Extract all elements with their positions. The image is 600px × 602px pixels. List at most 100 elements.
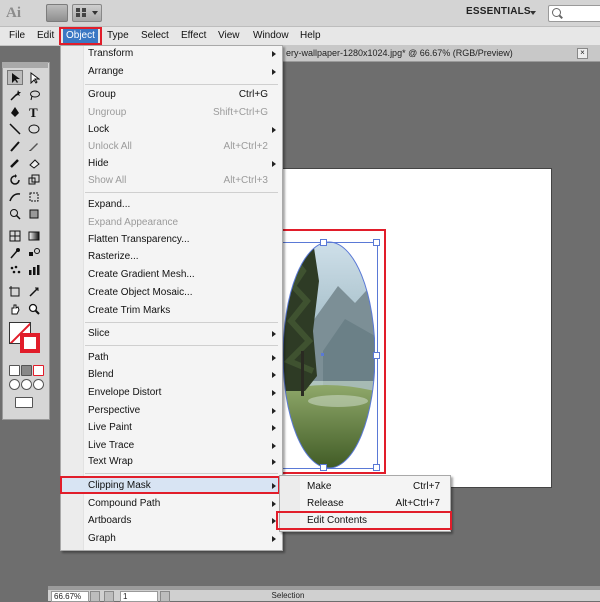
gradient-tool-icon[interactable] (26, 228, 42, 243)
blob-brush-tool-icon[interactable] (7, 155, 23, 170)
magic-wand-tool-icon[interactable] (7, 87, 23, 102)
chevron-right-icon (272, 69, 276, 75)
arrange-documents-button[interactable] (72, 4, 102, 22)
draw-behind-icon[interactable] (21, 379, 32, 390)
blend-tool-icon[interactable] (26, 245, 42, 260)
line-tool-icon[interactable] (7, 121, 23, 136)
menu-item-label: Unlock All (88, 141, 132, 152)
selection-tool-icon[interactable] (7, 70, 23, 85)
workspace-switcher[interactable]: ESSENTIALS (466, 6, 531, 17)
paintbrush-tool-icon[interactable] (7, 138, 23, 153)
menu-item-shortcut: Alt+Ctrl+2 (223, 141, 268, 152)
ellipse-tool-icon[interactable] (26, 121, 42, 136)
menu-select[interactable]: Select (138, 29, 172, 43)
fill-stroke-swatches[interactable] (9, 322, 41, 353)
menu-item-shortcut: Alt+Ctrl+3 (223, 175, 268, 186)
status-text: Selection (271, 591, 305, 600)
go-to-bridge-button[interactable] (46, 4, 68, 22)
pencil-tool-icon[interactable] (26, 138, 42, 153)
menu-item-label: Blend (88, 369, 114, 380)
previous-artboard-button[interactable] (90, 591, 100, 602)
menu-edit[interactable]: Edit (34, 29, 57, 43)
close-icon[interactable]: × (577, 48, 588, 59)
menu-effect[interactable]: Effect (178, 29, 209, 43)
help-search-input[interactable] (548, 5, 600, 22)
menu-view[interactable]: View (215, 29, 243, 43)
menu-item-label: Ungroup (88, 107, 127, 118)
draw-normal-icon[interactable] (9, 379, 20, 390)
menu-item-create-trim-marks[interactable]: Create Trim Marks (61, 303, 282, 319)
zoom-tool-icon[interactable] (26, 301, 42, 316)
menu-help[interactable]: Help (297, 29, 324, 43)
menu-item-flatten-transparency[interactable]: Flatten Transparency... (61, 232, 282, 248)
menu-item-create-gradient-mesh[interactable]: Create Gradient Mesh... (61, 267, 282, 283)
menu-item-slice[interactable]: Slice (61, 326, 282, 342)
grid-icon (76, 8, 86, 17)
menu-file[interactable]: File (6, 29, 28, 43)
menu-type[interactable]: Type (104, 29, 132, 43)
direct-selection-tool-icon[interactable] (26, 70, 42, 85)
artboard-number-field[interactable]: 1 (120, 591, 158, 602)
menu-item-lock[interactable]: Lock (61, 122, 282, 138)
menu-item-label: Perspective (88, 405, 141, 416)
chevron-right-icon (272, 161, 276, 167)
menu-item-envelope-distort[interactable]: Envelope Distort (61, 385, 282, 401)
hand-tool-icon[interactable] (7, 301, 23, 316)
zoom-field[interactable]: 66.67% (51, 591, 89, 602)
slice-tool-icon[interactable] (26, 284, 42, 299)
graph-tool-icon[interactable] (26, 262, 42, 277)
eraser-tool-icon[interactable] (26, 155, 42, 170)
submenu-item-make[interactable]: Make Ctrl+7 (280, 479, 450, 495)
chevron-down-icon[interactable] (530, 11, 536, 15)
menu-item-compound-path[interactable]: Compound Path (61, 496, 282, 512)
gradient-mode-icon[interactable] (21, 365, 32, 376)
menu-item-transform[interactable]: Transform (61, 46, 282, 62)
menu-item-create-object-mosaic[interactable]: Create Object Mosaic... (61, 285, 282, 301)
menu-item-perspective[interactable]: Perspective (61, 403, 282, 419)
menu-item-blend[interactable]: Blend (61, 367, 282, 383)
first-artboard-button[interactable] (104, 591, 114, 602)
menu-item-expand[interactable]: Expand... (61, 197, 282, 213)
menu-item-hide[interactable]: Hide (61, 156, 282, 172)
document-tab[interactable]: ery-wallpaper-1280x1024.jpg* @ 66.67% (R… (280, 45, 600, 62)
none-mode-icon[interactable] (33, 365, 44, 376)
chevron-down-icon (92, 11, 98, 15)
shape-builder-tool-icon[interactable] (7, 206, 23, 221)
free-transform-tool-icon[interactable] (26, 189, 42, 204)
image-highlight (280, 229, 386, 474)
color-mode-icon[interactable] (9, 365, 20, 376)
menu-item-group[interactable]: Group Ctrl+G (61, 87, 282, 103)
mesh-tool-icon[interactable] (7, 228, 23, 243)
menu-item-live-trace[interactable]: Live Trace (61, 438, 282, 454)
menu-item-label: Release (307, 498, 344, 509)
menu-item-label: Expand Appearance (88, 217, 179, 228)
tools-panel-grip[interactable] (2, 62, 48, 68)
menu-item-artboards[interactable]: Artboards (61, 513, 282, 529)
draw-inside-icon[interactable] (33, 379, 44, 390)
stroke-swatch[interactable] (20, 333, 40, 353)
warp-tool-icon[interactable] (7, 189, 23, 204)
next-artboard-button[interactable] (160, 591, 170, 602)
menu-item-graph[interactable]: Graph (61, 531, 282, 547)
type-tool-icon[interactable]: T (26, 104, 42, 119)
menu-item-label: Create Trim Marks (88, 305, 171, 316)
svg-text:T: T (29, 106, 38, 118)
menu-item-shortcut: Alt+Ctrl+7 (395, 498, 440, 509)
menu-item-arrange[interactable]: Arrange (61, 64, 282, 80)
submenu-item-release[interactable]: Release Alt+Ctrl+7 (280, 496, 450, 512)
menu-item-text-wrap[interactable]: Text Wrap (61, 454, 282, 470)
screen-mode-icon[interactable] (15, 397, 33, 408)
rotate-tool-icon[interactable] (7, 172, 23, 187)
symbol-sprayer-tool-icon[interactable] (7, 262, 23, 277)
eyedropper-tool-icon[interactable] (7, 245, 23, 260)
artboard-tool-icon[interactable] (7, 284, 23, 299)
menu-item-path[interactable]: Path (61, 350, 282, 366)
scale-tool-icon[interactable] (26, 172, 42, 187)
menu-item-live-paint[interactable]: Live Paint (61, 420, 282, 436)
menu-item-rasterize[interactable]: Rasterize... (61, 249, 282, 265)
lasso-tool-icon[interactable] (26, 87, 42, 102)
menu-window[interactable]: Window (250, 29, 292, 43)
live-paint-bucket-tool-icon[interactable] (26, 206, 42, 221)
pen-tool-icon[interactable] (7, 104, 23, 119)
menu-separator (85, 473, 278, 474)
